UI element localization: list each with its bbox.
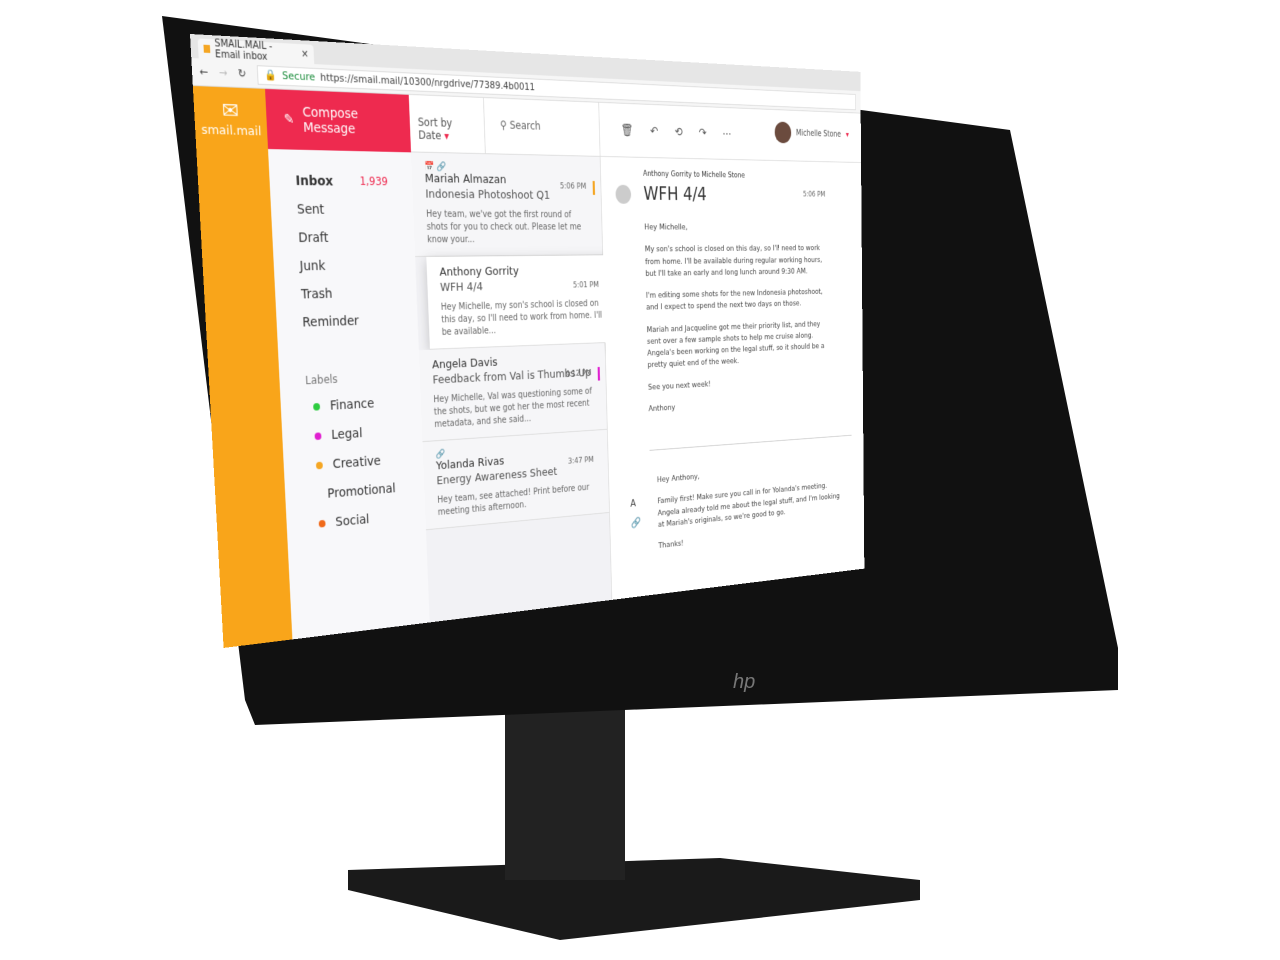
list-item[interactable]: 📅 🔗 Mariah Almazan Indonesia Photoshoot Q1… <box>411 152 603 257</box>
nav-label: Junk <box>299 258 326 275</box>
inbox-count: 1,939 <box>359 174 389 189</box>
label-bar <box>592 180 596 195</box>
sort-dropdown[interactable]: Sort by Date ▾ <box>408 94 486 154</box>
body-line: Mariah and Jacqueline got me their prior… <box>646 319 825 370</box>
label-bar <box>597 366 601 381</box>
list-item[interactable]: Angela Davis Feedback from Val is Thumbs … <box>418 343 607 443</box>
msg-time: 5:06 PM <box>559 182 587 192</box>
msg-from: Anthony Gorrity <box>439 264 519 280</box>
search-icon: ⚲ <box>499 118 507 132</box>
trash-icon[interactable]: 🗑 <box>621 123 634 137</box>
nav-label: Reminder <box>302 313 360 331</box>
close-tab-icon[interactable]: × <box>301 48 309 59</box>
search-placeholder: Search <box>509 118 541 133</box>
mail-logo-icon: ✉ <box>221 98 240 125</box>
body-line: See you next week! <box>647 379 711 392</box>
list-item[interactable]: 🔗 Yolanda Rivas Energy Awareness Sheet Hey … <box>422 429 610 531</box>
nav-item-draft[interactable]: Draft <box>298 224 391 252</box>
label-text: Promotional <box>327 481 396 502</box>
dot-icon <box>314 432 322 441</box>
sender-avatar <box>615 184 632 204</box>
nav-label: Inbox <box>295 173 334 190</box>
reload-icon[interactable]: ↻ <box>238 67 247 80</box>
url-text: https://smail.mail/10300/nrgdrive/77389.… <box>319 71 535 93</box>
msg-preview: Hey Michelle, Val was questioning some o… <box>433 386 592 430</box>
label-text: Finance <box>329 396 375 414</box>
dot-icon <box>315 461 323 470</box>
reply-all-icon[interactable]: ⟲ <box>675 125 683 139</box>
user-name: Michelle Stone <box>795 128 842 139</box>
toolbar: 🗑 ↶ ⟲ ↷ ⋯ Michelle Stone ▾ <box>599 102 862 163</box>
list-item-selected[interactable]: Anthony Gorrity WFH 4/4 Hey Michelle, my s… <box>426 255 615 350</box>
compose-label: Compose Message <box>302 104 359 137</box>
dot-icon <box>313 402 321 411</box>
tab-title: SMAIL.MAIL - Email inbox <box>214 38 273 63</box>
nav-label: Trash <box>300 286 333 303</box>
body-line: Anthony <box>648 402 676 414</box>
caret-down-icon: ▾ <box>444 129 450 143</box>
secure-label: Secure <box>281 69 316 84</box>
font-format-icon[interactable]: A <box>630 493 641 514</box>
nav-panel: ✎ Compose Message Inbox 1,939 Sent Draft J… <box>265 88 430 640</box>
msg-preview: Hey Michelle, my son's school is closed … <box>440 298 603 338</box>
attach-icon[interactable]: 🔗 <box>631 512 642 533</box>
message-list: Sort by Date ▾ ⚲ Search 📅 🔗 Mariah Almaza… <box>408 94 615 623</box>
body-line: Hey Michelle, <box>644 222 688 232</box>
nav-label: Sent <box>296 202 325 218</box>
email-time: 5:06 PM <box>802 190 826 199</box>
body-line: I'm editing some shots for the new Indon… <box>645 287 823 313</box>
nav-item-trash[interactable]: Trash <box>300 279 393 309</box>
avatar <box>774 121 792 144</box>
favicon-icon <box>203 44 211 54</box>
lock-icon: 🔒 <box>264 68 278 82</box>
reading-pane: 🗑 ↶ ⟲ ↷ ⋯ Michelle Stone ▾ Anthony Gorrity to… <box>599 102 865 600</box>
email-body: Hey Michelle, My son's school is closed … <box>602 204 863 444</box>
forward-icon[interactable]: → <box>218 66 227 79</box>
msg-preview: Hey team, see attached! Print before our… <box>437 483 590 518</box>
compose-button[interactable]: ✎ Compose Message <box>265 88 412 153</box>
user-menu[interactable]: Michelle Stone ▾ <box>774 121 849 146</box>
hp-logo: hp <box>733 671 755 693</box>
nav-item-inbox[interactable]: Inbox 1,939 <box>295 167 389 197</box>
msg-time: 4:12 PM <box>565 369 592 379</box>
screen: SMAIL.MAIL - Email inbox × ← → ↻ 🔒 Secure htt… <box>190 34 865 648</box>
search-input[interactable]: ⚲ Search <box>484 98 556 155</box>
nav-item-junk[interactable]: Junk <box>299 252 392 281</box>
labels-heading: Labels <box>304 372 338 388</box>
monitor-stand <box>505 700 625 880</box>
monitor-base <box>348 858 920 940</box>
dot-icon <box>318 519 326 528</box>
label-text: Social <box>335 512 370 530</box>
nav-item-sent[interactable]: Sent <box>296 195 389 224</box>
forward-icon[interactable]: ↷ <box>699 126 707 140</box>
caret-down-icon: ▾ <box>845 130 849 140</box>
more-icon[interactable]: ⋯ <box>722 127 731 141</box>
from-to: Anthony Gorrity to Michelle Stone <box>642 169 745 181</box>
reply-editor[interactable]: A 🔗 Hey Anthony, Family first! Make sure … <box>630 434 853 587</box>
nav-label: Draft <box>298 230 329 246</box>
compose-icon: ✎ <box>283 111 295 128</box>
body-line: My son's school is closed on this day, s… <box>644 243 823 279</box>
back-icon[interactable]: ← <box>199 65 208 78</box>
label-text: Legal <box>331 426 363 443</box>
reply-icon[interactable]: ↶ <box>650 124 658 138</box>
msg-time: 5:01 PM <box>572 280 600 291</box>
brand-name: smail.mail <box>200 122 262 140</box>
msg-preview: Hey team, we've got the first round of s… <box>426 209 582 246</box>
nav-item-reminder[interactable]: Reminder <box>302 307 394 337</box>
label-text: Creative <box>332 453 382 472</box>
